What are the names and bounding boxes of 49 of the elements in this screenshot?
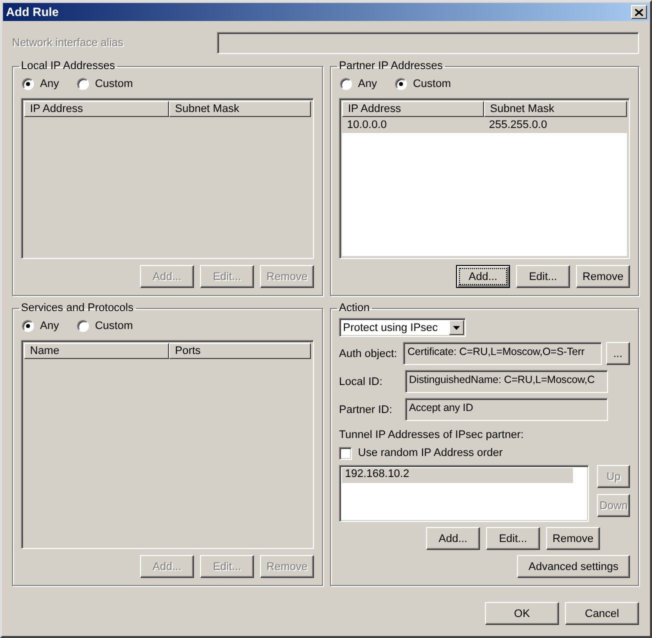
group-title: Action (338, 302, 371, 314)
dialog-button[interactable]: Remove (576, 265, 630, 288)
input-field[interactable]: Accept any ID (405, 398, 608, 421)
input-field[interactable] (217, 32, 639, 54)
dropdown[interactable]: Protect using IPsec (339, 318, 466, 337)
list-view[interactable]: IP Address Subnet Mask (21, 98, 314, 259)
list-box[interactable]: 192.168.10.2 (339, 465, 589, 522)
column-header[interactable]: IP Address (342, 101, 484, 117)
close-icon (635, 8, 643, 16)
group-title: Services and Protocols (20, 302, 134, 314)
dialog-button[interactable]: Edit... (486, 527, 540, 550)
window-title: Add Rule (6, 5, 59, 19)
radio-button[interactable]: Custom (76, 320, 133, 332)
table-cell-text: 10.0.0.0 (346, 119, 388, 131)
section-label: Tunnel IP Addresses of IPsec partner: (339, 429, 525, 441)
field-label: Local ID: (339, 376, 384, 388)
caret-icon (453, 326, 460, 330)
group-title: Local IP Addresses (20, 60, 116, 72)
dialog-button[interactable]: Edit... (516, 265, 570, 288)
browse-button[interactable]: ... (606, 342, 630, 365)
dialog-button[interactable]: Cancel (565, 602, 639, 625)
checkbox[interactable]: Use random IP Address order (339, 446, 630, 460)
column-header[interactable]: Name (24, 343, 169, 359)
table-cell-text: 255.255.0.0 (488, 119, 548, 131)
radio-button[interactable]: Custom (394, 78, 451, 90)
radio-button[interactable]: Any (22, 78, 59, 90)
dialog-button[interactable]: Remove (546, 527, 600, 550)
radio-button[interactable]: Any (340, 78, 377, 90)
list-item[interactable]: 192.168.10.2 (342, 468, 573, 483)
field-label: Auth object: (339, 348, 398, 360)
advanced-settings-button[interactable]: Advanced settings (517, 555, 630, 578)
column-header[interactable]: Ports (169, 343, 311, 359)
input-field[interactable]: Certificate: C=RU,L=Moscow,O=S-Terr (403, 342, 602, 365)
list-view[interactable]: Name Ports (21, 340, 314, 549)
field-label: Partner ID: (339, 404, 394, 416)
column-header[interactable]: Subnet Mask (484, 101, 627, 117)
list-view[interactable]: IP Address Subnet Mask 10.0.0.0 255.255.0.0 (339, 98, 630, 259)
radio-button[interactable]: Custom (76, 78, 133, 90)
radio-button[interactable]: Any (22, 320, 59, 332)
field-label: Network interface alias (12, 37, 124, 49)
dialog-button[interactable]: Add... (426, 527, 480, 550)
column-header[interactable]: IP Address (24, 101, 169, 117)
input-field[interactable]: DistinguishedName: C=RU,L=Moscow,C (405, 370, 608, 393)
table-row[interactable]: 10.0.0.0 255.255.0.0 (342, 117, 627, 133)
group-title: Partner IP Addresses (338, 60, 444, 72)
dialog-button[interactable]: Add... (456, 265, 510, 288)
dialog-button[interactable]: OK (485, 602, 559, 625)
column-header[interactable]: Subnet Mask (169, 101, 311, 117)
close-button[interactable] (631, 5, 647, 19)
